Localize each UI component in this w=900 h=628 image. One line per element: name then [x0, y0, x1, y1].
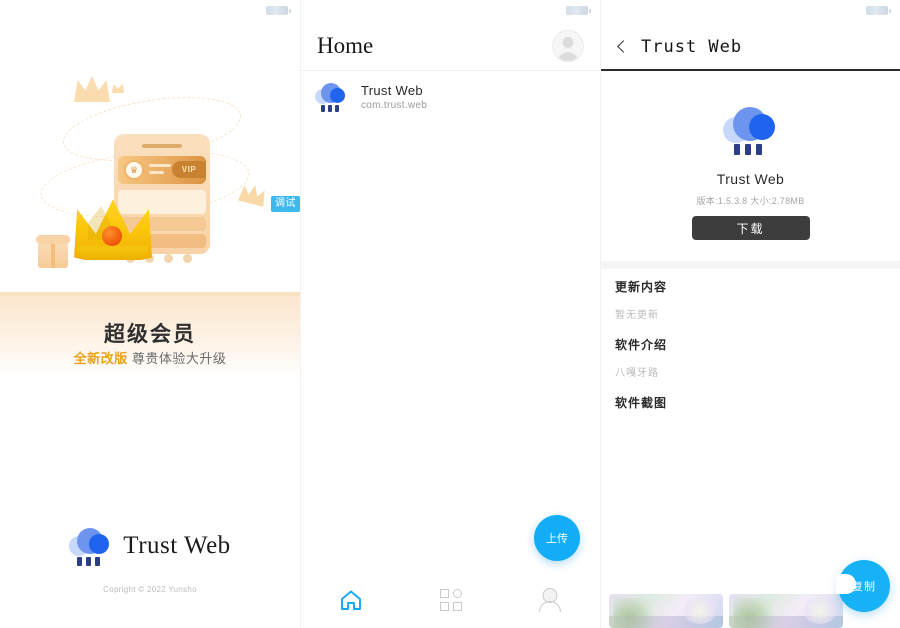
screenshot-thumbnail[interactable] [609, 594, 723, 628]
crown-large-icon [74, 198, 152, 260]
cloud-rain-icon [315, 83, 349, 112]
crown-medal-icon: ♛ [124, 160, 144, 180]
crown-gem [102, 226, 122, 246]
gift-box-icon [36, 235, 70, 268]
app-meta: 版本:1.5.3.8 大小:2.78MB [696, 196, 805, 206]
section-changelog: 更新内容 暂无更新 [615, 278, 886, 321]
placeholder-line [149, 171, 164, 174]
splash-title: 超级会员 [104, 323, 196, 346]
header-divider [301, 70, 600, 71]
battery-icon [266, 6, 291, 15]
brand-name: Trust Web [123, 532, 231, 559]
copyright-text: Copright © 2022 Yunsho [103, 585, 197, 594]
battery-icon [866, 6, 891, 15]
section-body: 八嘎牙路 [615, 368, 659, 379]
cloud-rain-icon [69, 528, 113, 566]
splash-subtitle-highlight: 全新改版 [73, 351, 128, 366]
status-bar [301, 0, 600, 20]
user-icon [539, 588, 562, 612]
app-package: com.trust.web [361, 100, 428, 111]
section-heading: 更新内容 [615, 280, 668, 294]
screenshot-thumbnail[interactable] [729, 594, 843, 628]
list-item-text: Trust Web com.trust.web [361, 83, 427, 111]
brand-lockup: Trust Web [0, 528, 300, 566]
detail-header: Trust Web [601, 26, 900, 68]
tab-home[interactable] [301, 572, 401, 628]
status-bar [601, 0, 900, 20]
section-body: 暂无更新 [615, 310, 659, 321]
page-title: Home [317, 33, 374, 58]
home-icon [339, 589, 363, 611]
list-item[interactable]: Trust Web com.trust.web [301, 74, 600, 120]
section-heading: 软件介绍 [615, 338, 668, 352]
home-header: Home [301, 24, 600, 68]
screenshot-gallery[interactable] [609, 594, 843, 628]
section-heading: 软件截图 [615, 396, 668, 410]
crown-band [78, 246, 148, 259]
grid-icon [439, 589, 462, 611]
crown-small-icon [74, 76, 110, 102]
app-summary-card: Trust Web 版本:1.5.3.8 大小:2.78MB 下载 [601, 71, 900, 261]
section-gap [601, 261, 900, 269]
phone-dot [164, 254, 173, 263]
three-panel-screenshot: ♛ VIP 调试 超级会员 全新改版 尊贵体验大升级 Trust Web Cop… [0, 0, 900, 628]
chevron-left-icon[interactable] [617, 39, 627, 55]
upload-fab-button[interactable]: 上传 [534, 515, 580, 561]
avatar-body [558, 52, 578, 61]
fab-bite-cutout [836, 574, 856, 594]
cloud-rain-icon [722, 107, 779, 155]
phone-notch [142, 144, 182, 148]
avatar-head [562, 37, 574, 48]
status-bar [0, 0, 300, 20]
panel-app-detail: Trust Web Trust Web 版本:1.5.3.8 大小:2.78MB… [600, 0, 900, 628]
app-name: Trust Web [716, 171, 785, 187]
copy-fab-button[interactable]: 复制 [836, 560, 890, 612]
page-title: Trust Web [641, 37, 743, 57]
illustration-ground-edge [0, 292, 300, 296]
splash-subtitle-rest: 尊贵体验大升级 [131, 351, 227, 366]
splash-subtitle: 全新改版 尊贵体验大升级 [0, 348, 300, 367]
crown-tiny-icon [112, 83, 124, 93]
tab-apps[interactable] [401, 572, 501, 628]
avatar[interactable] [552, 30, 584, 62]
download-button[interactable]: 下载 [691, 216, 810, 240]
panel-splash: ♛ VIP 调试 超级会员 全新改版 尊贵体验大升级 Trust Web Cop… [0, 0, 300, 628]
vip-membership-card: ♛ VIP [118, 156, 206, 184]
debug-badge[interactable]: 调试 [271, 196, 300, 212]
vip-tag: VIP [172, 161, 206, 178]
section-description: 软件介绍 八嘎牙路 [615, 336, 886, 379]
app-name: Trust Web [361, 83, 423, 98]
tab-profile[interactable] [500, 572, 600, 628]
battery-icon [566, 6, 591, 15]
bottom-tab-bar [301, 572, 600, 628]
section-screenshots: 软件截图 [615, 394, 886, 411]
placeholder-line [149, 164, 171, 167]
phone-dot [183, 254, 192, 263]
vip-illustration: ♛ VIP [0, 56, 300, 378]
panel-home: Home Trust Web com.trust.web 上传 [300, 0, 600, 628]
